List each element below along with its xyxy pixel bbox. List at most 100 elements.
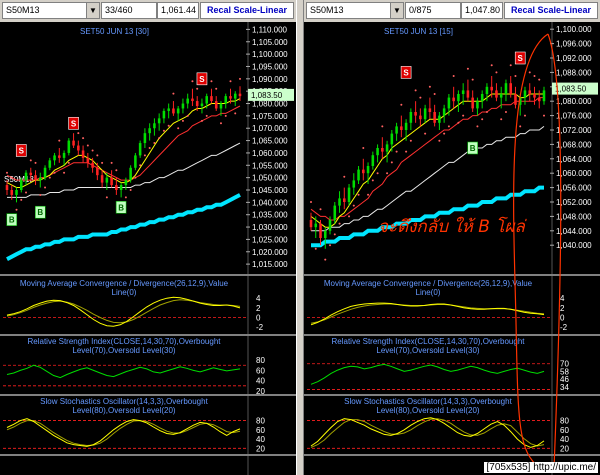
macd-title-line2: Line(0) <box>112 288 137 297</box>
price-tick-label: 1,076.000 <box>556 112 592 121</box>
candle-body <box>447 97 451 109</box>
price-tick-label: 1,035.000 <box>252 211 288 220</box>
trailing-stop-dot <box>115 169 118 172</box>
trailing-stop-dot <box>310 201 312 203</box>
candle-body <box>53 155 56 161</box>
trailing-stop-dot <box>367 193 370 196</box>
trailing-stop-dot <box>400 103 403 106</box>
recal-scale-button[interactable]: Recal Scale-Linear <box>504 2 598 19</box>
candle-body <box>62 152 66 158</box>
candle-body <box>10 190 14 195</box>
sto-tick-label: 60 <box>256 426 265 435</box>
candle-body <box>457 94 460 102</box>
sell-signal-label: S <box>199 75 205 84</box>
last-value-field: 1,061.44 <box>157 2 199 19</box>
recal-scale-button[interactable]: Recal Scale-Linear <box>200 2 294 19</box>
chart-title: SET50 JUN 13 [30] <box>80 27 149 36</box>
trailing-stop-dot <box>139 164 142 167</box>
trailing-stop-dot <box>500 118 503 121</box>
trailing-stop-dot <box>538 78 541 81</box>
chevron-down-icon[interactable]: ▼ <box>86 2 100 19</box>
bar-count-field: 0/875 <box>405 2 461 19</box>
candle-body <box>105 177 109 183</box>
trailing-stop-dot <box>67 161 70 164</box>
candle-body <box>67 140 71 153</box>
macd-tick-label: 4 <box>256 294 261 303</box>
price-tick-label: 1,092.000 <box>556 54 592 63</box>
candle-body <box>176 108 180 114</box>
trailing-stop-dot <box>466 67 469 70</box>
candle-body <box>537 97 541 102</box>
trailing-stop-dot <box>162 129 165 132</box>
price-tick-label: 1,068.000 <box>556 140 592 149</box>
rsi-title-line1: Relative Strength Index(CLOSE,14,30,70),… <box>28 337 222 346</box>
chart-canvas[interactable]: 1,040.000 1,044.000 1,048.000 1,052.000 1,05… <box>304 22 600 475</box>
candle-body <box>219 103 223 109</box>
sto-tick-label: 20 <box>560 444 569 453</box>
price-tick-label: 1,065.000 <box>252 137 288 146</box>
candle-body <box>191 98 194 102</box>
trailing-stop-dot <box>462 114 465 117</box>
window-divider[interactable] <box>296 0 304 475</box>
price-tick-label: 1,055.000 <box>252 161 288 170</box>
candle-body <box>195 101 199 106</box>
candle-body <box>5 185 9 190</box>
rsi-tick-label: 34 <box>560 383 569 392</box>
candle-body <box>34 175 37 181</box>
trailing-stop-dot <box>29 159 32 162</box>
candle-body <box>43 167 47 178</box>
candle-body <box>395 126 398 134</box>
trailing-stop-dot <box>543 114 545 117</box>
candle-body <box>77 145 80 151</box>
trailing-stop-dot <box>362 147 365 149</box>
trailing-stop-dot <box>386 172 389 175</box>
candle-body <box>343 198 346 202</box>
rsi-tick-label: 40 <box>256 377 265 386</box>
candle-body <box>542 90 546 102</box>
candle-body <box>409 112 413 123</box>
price-tick-label: 1,040.000 <box>556 241 592 250</box>
trailing-stop-dot <box>338 222 341 225</box>
buy-signal-label: B <box>37 208 43 217</box>
trailing-stop-dot <box>438 139 441 142</box>
candle-body <box>514 94 517 105</box>
trailing-stop-dot <box>96 154 99 157</box>
trailing-stop-dot <box>63 171 66 174</box>
candle-body <box>86 157 90 163</box>
trailing-stop-dot <box>509 64 512 67</box>
trailing-stop-dot <box>129 189 132 191</box>
symbol-selector[interactable]: S50M13 <box>306 2 392 19</box>
candle-body <box>96 167 99 176</box>
trailing-stop-dot <box>219 122 222 125</box>
trailing-stop-dot <box>485 111 488 113</box>
trailing-stop-dot <box>110 161 113 164</box>
candle-body <box>138 143 142 156</box>
trailing-stop-dot <box>101 161 104 164</box>
price-tick-label: 1,100.000 <box>252 50 288 59</box>
candle-body <box>433 112 436 123</box>
candle-body <box>210 96 213 102</box>
candle-body <box>366 166 370 174</box>
rsi-title-line2: Level(70),Oversold Level(30) <box>376 346 479 355</box>
trailing-stop-dot <box>452 75 455 77</box>
trailing-stop-dot <box>91 149 94 152</box>
candle-body <box>381 148 384 152</box>
trailing-stop-dot <box>495 71 498 74</box>
symbol-selector[interactable]: S50M13 <box>2 2 88 19</box>
trailing-stop-dot <box>58 139 61 142</box>
candle-body <box>100 175 104 183</box>
candle-body <box>205 96 208 104</box>
trailing-stop-dot <box>447 125 450 128</box>
candle-body <box>390 133 394 145</box>
candle-body <box>58 155 61 158</box>
trailing-stop-dot <box>481 118 484 121</box>
price-tick-label: 1,096.000 <box>556 40 592 49</box>
candle-body <box>110 177 113 186</box>
trailing-stop-dot <box>86 144 89 147</box>
trailing-stop-dot <box>405 150 408 153</box>
buy-signal-label: B <box>470 144 476 153</box>
chevron-down-icon[interactable]: ▼ <box>390 2 404 19</box>
chart-canvas[interactable]: 1,015.000 1,020.000 1,025.000 1,030.000 1,03… <box>0 22 296 475</box>
trailing-stop-dot <box>158 137 161 140</box>
price-tick-label: 1,020.000 <box>252 248 288 257</box>
